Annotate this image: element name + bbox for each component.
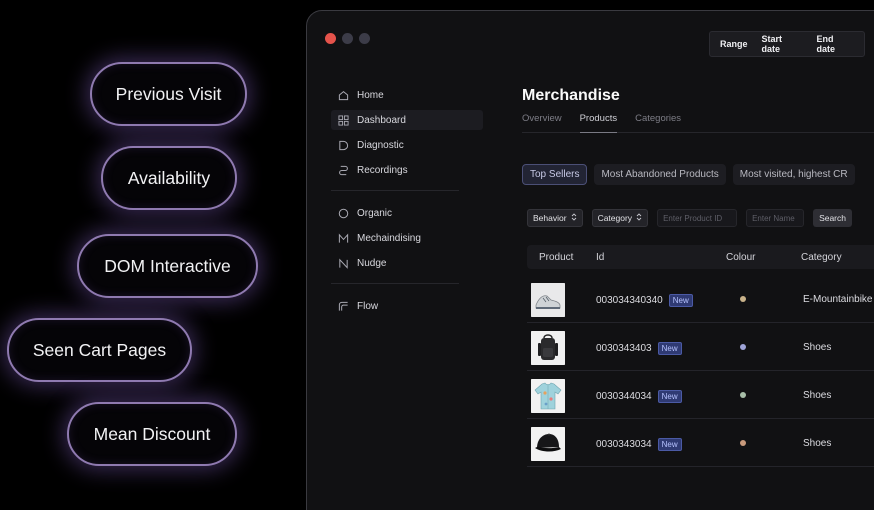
- filter-bar: Behavior Category Enter Product ID Enter…: [527, 209, 852, 227]
- sidebar-item-recordings[interactable]: Recordings: [331, 160, 483, 180]
- sidebar-item-label: Diagnostic: [357, 139, 404, 151]
- column-header-colour[interactable]: Colour: [726, 252, 755, 263]
- page-title: Merchandise: [522, 87, 620, 104]
- n-icon: [337, 257, 349, 269]
- colour-swatch: [740, 296, 746, 302]
- grid-icon: [337, 114, 349, 126]
- pill-mean-discount: Mean Discount: [67, 402, 237, 466]
- product-id: 003034340340: [596, 295, 663, 306]
- sidebar-item-diagnostic[interactable]: Diagnostic: [331, 135, 483, 155]
- product-id-cell: 0030343403 New: [596, 342, 682, 355]
- product-id: 0030343034: [596, 439, 652, 450]
- behavior-select-label: Behavior: [533, 213, 567, 223]
- product-thumbnail: [531, 331, 565, 365]
- product-id: 0030344034: [596, 391, 652, 402]
- product-id-cell: 003034340340 New: [596, 294, 693, 307]
- name-input[interactable]: Enter Name: [746, 209, 805, 227]
- product-table: 003034340340 New E-Mountainbike 00303434…: [527, 275, 874, 467]
- new-badge: New: [657, 390, 682, 403]
- category-cell: Shoes: [803, 342, 832, 353]
- product-id-cell: 0030343034 New: [596, 438, 682, 451]
- tab-categories[interactable]: Categories: [635, 113, 681, 132]
- category-select[interactable]: Category: [591, 209, 649, 227]
- tab-bar: Overview Products Categories: [522, 113, 874, 133]
- product-id: 0030343403: [596, 343, 652, 354]
- table-row[interactable]: 003034340340 New E-Mountainbike: [527, 275, 874, 323]
- column-header-product[interactable]: Product: [539, 252, 573, 263]
- sidebar-divider: [331, 190, 459, 191]
- table-header: Product Id Colour Category: [527, 245, 874, 269]
- chip-top-sellers[interactable]: Top Sellers: [522, 164, 588, 185]
- product-id-cell: 0030344034 New: [596, 390, 682, 403]
- home-icon: [337, 89, 349, 101]
- sidebar-item-dashboard[interactable]: Dashboard: [331, 110, 483, 130]
- segment-chips: Top Sellers Most Abandoned Products Most…: [522, 164, 855, 185]
- start-date-field[interactable]: Start date: [762, 34, 803, 54]
- product-thumbnail: [531, 283, 565, 317]
- colour-swatch: [740, 440, 746, 446]
- product-id-input[interactable]: Enter Product ID: [657, 209, 738, 227]
- category-cell: Shoes: [803, 438, 832, 449]
- app-window: Range Start date End date Home Dashboard…: [306, 10, 874, 510]
- sidebar-item-nudge[interactable]: Nudge: [331, 253, 483, 273]
- sidebar-item-label: Recordings: [357, 164, 408, 176]
- window-controls: [325, 33, 370, 44]
- close-window-button[interactable]: [325, 33, 336, 44]
- table-row[interactable]: 0030343403 New Shoes: [527, 323, 874, 371]
- range-label[interactable]: Range: [720, 39, 748, 49]
- colour-swatch: [740, 392, 746, 398]
- sidebar-item-flow[interactable]: Flow: [331, 296, 483, 316]
- table-row[interactable]: 0030344034 New Shoes: [527, 371, 874, 419]
- chip-most-visited[interactable]: Most visited, highest CR: [732, 164, 855, 185]
- m-icon: [337, 232, 349, 244]
- behavior-select[interactable]: Behavior: [527, 209, 583, 227]
- flow-icon: [337, 300, 349, 312]
- sidebar-item-label: Flow: [357, 300, 379, 312]
- tab-products[interactable]: Products: [579, 113, 618, 133]
- product-thumbnail: [531, 379, 565, 413]
- date-range-bar: Range Start date End date: [709, 31, 865, 57]
- sidebar-item-mechaindising[interactable]: Mechaindising: [331, 228, 483, 248]
- chevron-updown-icon: [571, 213, 577, 223]
- product-thumbnail: [531, 427, 565, 461]
- pill-seen-cart-pages: Seen Cart Pages: [7, 318, 192, 382]
- maximize-window-button[interactable]: [359, 33, 370, 44]
- search-button[interactable]: Search: [813, 209, 852, 227]
- sidebar-item-label: Nudge: [357, 257, 387, 269]
- sidebar-item-organic[interactable]: Organic: [331, 203, 483, 223]
- category-cell: E-Mountainbike: [803, 294, 873, 305]
- minimize-window-button[interactable]: [342, 33, 353, 44]
- chip-most-abandoned[interactable]: Most Abandoned Products: [594, 164, 726, 185]
- main-content: Merchandise Overview Products Categories…: [522, 87, 874, 467]
- new-badge: New: [657, 342, 682, 355]
- sidebar-item-home[interactable]: Home: [331, 85, 483, 105]
- diagnostic-icon: [337, 139, 349, 151]
- circle-icon: [337, 207, 349, 219]
- tab-overview[interactable]: Overview: [522, 113, 562, 132]
- column-header-category[interactable]: Category: [801, 252, 842, 263]
- sidebar: Home Dashboard Diagnostic Recordings Org…: [331, 85, 483, 321]
- category-cell: Shoes: [803, 390, 832, 401]
- colour-swatch: [740, 344, 746, 350]
- pill-previous-visit: Previous Visit: [90, 62, 247, 126]
- pill-dom-interactive: DOM Interactive: [77, 234, 258, 298]
- sidebar-item-label: Home: [357, 89, 384, 101]
- sidebar-item-label: Organic: [357, 207, 393, 219]
- sidebar-item-label: Mechaindising: [357, 232, 421, 244]
- table-row[interactable]: 0030343034 New Shoes: [527, 419, 874, 467]
- chevron-updown-icon: [636, 213, 642, 223]
- pill-availability: Availability: [101, 146, 237, 210]
- sidebar-item-label: Dashboard: [357, 114, 406, 126]
- category-select-label: Category: [597, 213, 633, 223]
- new-badge: New: [657, 438, 682, 451]
- column-header-id[interactable]: Id: [596, 252, 604, 263]
- recordings-icon: [337, 164, 349, 176]
- sidebar-divider: [331, 283, 459, 284]
- end-date-field[interactable]: End date: [816, 34, 854, 54]
- new-badge: New: [668, 294, 693, 307]
